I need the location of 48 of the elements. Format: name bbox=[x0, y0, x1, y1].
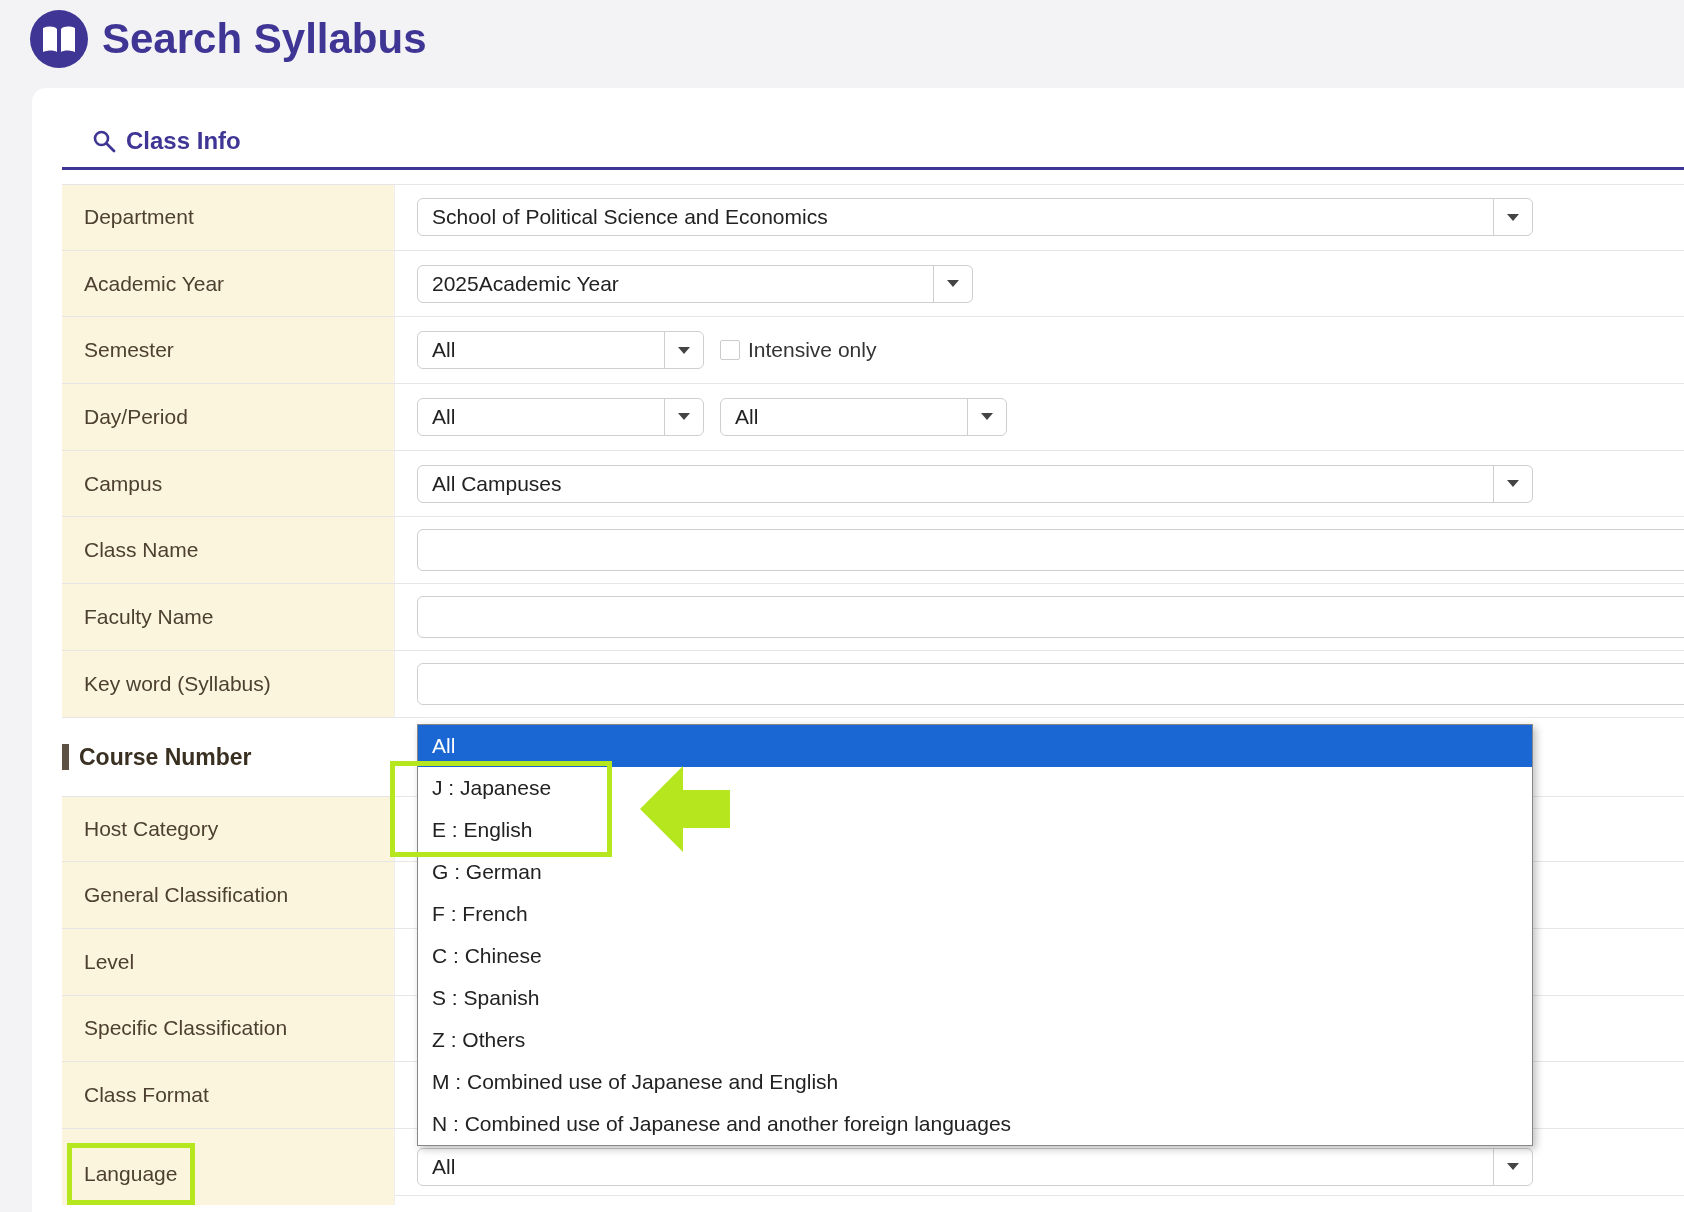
caret-icon bbox=[981, 413, 993, 421]
arrow-icon bbox=[640, 765, 730, 852]
dropdown-select[interactable]: All bbox=[417, 331, 704, 370]
field-label: Department bbox=[84, 205, 194, 230]
field-label: Day/Period bbox=[84, 404, 188, 429]
dropdown-select[interactable]: School of Political Science and Economics bbox=[417, 198, 1533, 237]
section-heading: Class Info bbox=[126, 126, 241, 155]
field-label: Faculty Name bbox=[84, 604, 214, 629]
field-label: Specific Classification bbox=[84, 1016, 288, 1041]
dropdown-select[interactable]: 2025Academic Year bbox=[417, 264, 973, 303]
page-title: Search Syllabus bbox=[102, 15, 427, 63]
field-label: General Classification bbox=[84, 883, 289, 908]
dropdown-option[interactable]: All bbox=[418, 724, 1532, 767]
input-field[interactable] bbox=[417, 662, 1684, 705]
caret-icon bbox=[947, 280, 959, 288]
dropdown-option[interactable]: C : Chinese bbox=[418, 934, 1532, 977]
input-field[interactable] bbox=[417, 595, 1684, 638]
dropdown-option[interactable]: F : French bbox=[418, 892, 1532, 935]
dropdown-select[interactable]: All bbox=[417, 1147, 1533, 1186]
field-label: Level bbox=[84, 949, 135, 974]
field-label: Academic Year bbox=[84, 271, 225, 296]
dropdown-select[interactable]: All bbox=[417, 397, 704, 436]
field-label: Language bbox=[67, 1142, 196, 1205]
field-label: Class Format bbox=[84, 1083, 209, 1108]
field-label: Semester bbox=[84, 338, 174, 363]
dropdown-select[interactable]: All Campuses bbox=[417, 464, 1533, 503]
field-label: Campus bbox=[84, 471, 163, 496]
caret-icon bbox=[1507, 480, 1519, 488]
caret-icon bbox=[1507, 1163, 1519, 1171]
field-label: Key word (Syllabus) bbox=[84, 671, 271, 696]
dropdown-option[interactable]: E : English bbox=[418, 808, 1532, 851]
caret-icon bbox=[678, 346, 690, 354]
intensive-checkbox[interactable]: Intensive only bbox=[720, 338, 877, 363]
field-label: Class Name bbox=[84, 538, 199, 563]
dropdown-option[interactable]: M : Combined use of Japanese and English bbox=[418, 1060, 1532, 1103]
dropdown-option[interactable]: N : Combined use of Japanese and another foreign languages bbox=[418, 1102, 1532, 1145]
dropdown-option[interactable]: S : Spanish bbox=[418, 976, 1532, 1019]
book-icon bbox=[30, 10, 88, 68]
subsection-heading: Course Number bbox=[62, 743, 252, 770]
dropdown-option[interactable]: G : German bbox=[418, 850, 1532, 893]
input-field[interactable] bbox=[417, 529, 1684, 572]
field-label: Host Category bbox=[84, 816, 219, 841]
dropdown-option[interactable]: Z : Others bbox=[418, 1018, 1532, 1061]
caret-icon bbox=[1507, 213, 1519, 221]
dropdown-option[interactable]: J : Japanese bbox=[418, 766, 1532, 809]
caret-icon bbox=[678, 413, 690, 421]
dropdown-select[interactable]: All bbox=[720, 397, 1007, 436]
search-icon bbox=[92, 128, 116, 153]
